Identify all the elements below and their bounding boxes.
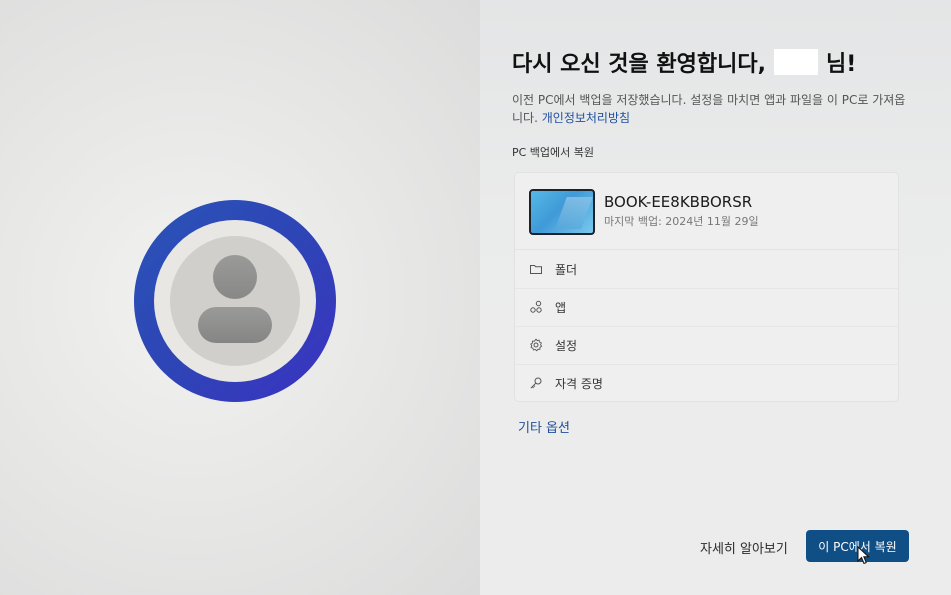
user-avatar: [134, 200, 336, 402]
page-subtitle: 이전 PC에서 백업을 저장했습니다. 설정을 마치면 앱과 파일을 이 PC로…: [512, 91, 907, 127]
section-label: PC 백업에서 복원: [512, 146, 595, 159]
backup-item-label: 폴더: [555, 263, 578, 277]
title-suffix: 님!: [825, 52, 857, 77]
gear-icon: [530, 338, 543, 352]
page-title: 다시 오신 것을 환영합니다, 님!: [512, 46, 856, 78]
backup-item-label: 설정: [555, 339, 578, 353]
other-options-link[interactable]: 기타 옵션: [518, 417, 570, 436]
backup-item-settings: 설정: [515, 326, 898, 365]
backup-item-label: 자격 증명: [555, 377, 603, 391]
avatar-body: [198, 307, 272, 343]
backup-item-label: 앱: [555, 301, 567, 315]
device-thumbnail: [529, 189, 595, 235]
backup-item-credentials: 자격 증명: [515, 364, 898, 402]
backup-card: BOOK-EE8KBBORSR 마지막 백업: 2024년 11월 29일 폴더…: [515, 173, 898, 401]
redacted-user-name: [773, 49, 818, 75]
privacy-link[interactable]: 개인정보처리방침: [542, 111, 630, 125]
title-prefix: 다시 오신 것을 환영합니다,: [512, 52, 766, 77]
folder-icon: [530, 265, 542, 274]
device-name: BOOK-EE8KBBORSR: [604, 193, 753, 211]
learn-more-button[interactable]: 자세히 알아보기: [700, 538, 788, 557]
avatar-head: [213, 255, 257, 299]
backup-item-folders: 폴더: [515, 250, 898, 289]
backup-device-header[interactable]: BOOK-EE8KBBORSR 마지막 백업: 2024년 11월 29일: [515, 173, 898, 250]
last-backup-date: 마지막 백업: 2024년 11월 29일: [604, 215, 759, 228]
apps-icon: [530, 300, 542, 313]
backup-item-apps: 앱: [515, 288, 898, 327]
mouse-cursor-icon: [857, 546, 870, 565]
key-icon: [530, 377, 542, 389]
